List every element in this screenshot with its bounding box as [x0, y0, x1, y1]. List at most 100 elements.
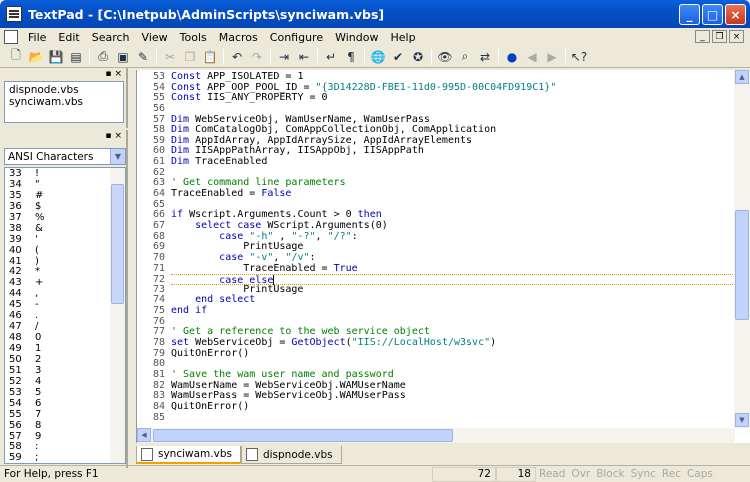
code-line[interactable]: 83 WamUserPass = WebServiceObj.WAMUserPas…: [153, 390, 735, 402]
code-line[interactable]: 79 QuitOnError(): [153, 348, 735, 360]
vertical-scroll-thumb[interactable]: [735, 210, 749, 320]
vertical-scrollbar[interactable]: ▲ ▼: [734, 70, 750, 428]
clip-scroll-thumb[interactable]: [111, 184, 124, 304]
clip-item[interactable]: 58:: [5, 441, 125, 452]
code-line[interactable]: 84 QuitOnError(): [153, 401, 735, 413]
undo-icon[interactable]: ↶: [227, 48, 247, 66]
code-line[interactable]: 75 end if: [153, 305, 735, 317]
redo-icon[interactable]: ↷: [247, 48, 267, 66]
context-help-icon[interactable]: ↖?: [569, 48, 589, 66]
clip-library-select[interactable]: ANSI Characters ▼: [4, 148, 126, 165]
document-icon[interactable]: [4, 30, 18, 44]
title-bar[interactable]: TextPad - [C:\Inetpub\AdminScripts\synci…: [0, 0, 750, 28]
clip-item[interactable]: 57 9: [5, 431, 125, 442]
tab-dispnode[interactable]: dispnode.vbs: [240, 446, 342, 464]
minimize-button[interactable]: _: [679, 4, 700, 25]
clip-item[interactable]: 50 2: [5, 354, 125, 365]
clip-item[interactable]: 47 /: [5, 321, 125, 332]
horizontal-scroll-thumb[interactable]: [153, 429, 453, 442]
find-next-icon[interactable]: ⌕: [455, 48, 475, 66]
code-line[interactable]: 55 Const IIS_ANY_PROPERTY = 0: [153, 92, 735, 104]
tab-synciwam[interactable]: synciwam.vbs: [136, 446, 241, 464]
copy-icon[interactable]: ❐: [180, 48, 200, 66]
clip-item[interactable]: 54 6: [5, 398, 125, 409]
save-all-icon[interactable]: ▤: [66, 48, 86, 66]
clip-item[interactable]: 45 -: [5, 299, 125, 310]
clip-item[interactable]: 53 5: [5, 387, 125, 398]
paste-icon[interactable]: 📋: [200, 48, 220, 66]
scroll-down-icon[interactable]: ▼: [735, 413, 749, 427]
clip-item[interactable]: 40 (: [5, 245, 125, 256]
find-icon[interactable]: 👁: [435, 48, 455, 66]
panel-close-icon[interactable]: ×: [114, 69, 122, 79]
menu-configure[interactable]: Configure: [264, 31, 329, 44]
new-file-icon[interactable]: 🗋: [6, 48, 26, 66]
clip-item[interactable]: 51 3: [5, 365, 125, 376]
pin-icon[interactable]: ▪: [105, 69, 111, 79]
doc-minimize-button[interactable]: _: [695, 30, 710, 43]
clip-item[interactable]: 46.: [5, 310, 125, 321]
bookmark-icon[interactable]: ●: [502, 48, 522, 66]
chevron-down-icon[interactable]: ▼: [110, 149, 125, 164]
code-line[interactable]: 64 TraceEnabled = False: [153, 188, 735, 200]
code-line[interactable]: 74 end select: [153, 295, 735, 306]
document-item[interactable]: synciwam.vbs: [9, 96, 119, 108]
scroll-left-icon[interactable]: ◀: [137, 428, 151, 442]
menu-help[interactable]: Help: [384, 31, 421, 44]
spelling-icon[interactable]: ✎: [133, 48, 153, 66]
code-line[interactable]: 61 Dim TraceEnabled: [153, 156, 735, 168]
code-area[interactable]: 53 Const APP_ISOLATED = 1 54 Const APP_OOP_…: [153, 71, 735, 424]
menu-search[interactable]: Search: [86, 31, 136, 44]
clip-item[interactable]: 37%: [5, 212, 125, 223]
word-wrap-icon[interactable]: ↵: [321, 48, 341, 66]
clip-item[interactable]: 59;: [5, 452, 125, 463]
doc-restore-button[interactable]: ❐: [712, 30, 727, 43]
menu-view[interactable]: View: [136, 31, 174, 44]
document-item[interactable]: dispnode.vbs: [9, 84, 119, 96]
cut-icon[interactable]: ✂: [160, 48, 180, 66]
clip-item[interactable]: 55 7: [5, 409, 125, 420]
paragraph-icon[interactable]: ¶: [341, 48, 361, 66]
clip-item[interactable]: 42 *: [5, 266, 125, 277]
outdent-icon[interactable]: ⇤: [294, 48, 314, 66]
save-icon[interactable]: 💾: [46, 48, 66, 66]
panel-close-icon[interactable]: ×: [114, 131, 122, 141]
clip-item[interactable]: 38 &: [5, 223, 125, 234]
menu-edit[interactable]: Edit: [52, 31, 85, 44]
open-file-icon[interactable]: 📂: [26, 48, 46, 66]
menu-tools[interactable]: Tools: [174, 31, 213, 44]
clip-item[interactable]: 41): [5, 256, 125, 267]
spell-check-icon[interactable]: ✔: [388, 48, 408, 66]
replace-icon[interactable]: ⇄: [475, 48, 495, 66]
clip-item[interactable]: 44,: [5, 288, 125, 299]
clip-item[interactable]: 35 #: [5, 190, 125, 201]
code-line[interactable]: 73 PrintUsage: [153, 284, 735, 296]
doc-close-button[interactable]: ×: [729, 30, 744, 43]
menu-window[interactable]: Window: [329, 31, 384, 44]
print-icon[interactable]: ⎙: [93, 48, 113, 66]
web-icon[interactable]: 🌐: [368, 48, 388, 66]
clip-item[interactable]: 56 8: [5, 420, 125, 431]
code-line[interactable]: 71 TraceEnabled = True: [153, 263, 735, 275]
clip-item[interactable]: 36 $: [5, 201, 125, 212]
maximize-button[interactable]: □: [702, 4, 723, 25]
close-button[interactable]: ×: [725, 4, 746, 25]
menu-macros[interactable]: Macros: [213, 31, 264, 44]
clip-item[interactable]: 49 1: [5, 343, 125, 354]
scroll-up-icon[interactable]: ▲: [735, 70, 749, 84]
clip-item[interactable]: 52 4: [5, 376, 125, 387]
clip-scrollbar[interactable]: [110, 168, 125, 463]
menu-file[interactable]: File: [22, 31, 52, 44]
prev-bookmark-icon[interactable]: ◀: [522, 48, 542, 66]
clip-item[interactable]: 39 ': [5, 234, 125, 245]
clip-item[interactable]: 43 +: [5, 277, 125, 288]
clip-item[interactable]: 33!: [5, 168, 125, 179]
indent-icon[interactable]: ⇥: [274, 48, 294, 66]
code-line[interactable]: 78 set WebServiceObj = GetObject("IIS://L…: [153, 337, 735, 349]
code-line[interactable]: 85: [153, 412, 735, 424]
editor[interactable]: 53 Const APP_ISOLATED = 1 54 Const APP_OOP_…: [136, 70, 750, 443]
horizontal-scrollbar[interactable]: ◀: [137, 428, 735, 443]
clip-item[interactable]: 34 ": [5, 179, 125, 190]
clip-item[interactable]: 48 0: [5, 332, 125, 343]
compare-icon[interactable]: ✪: [408, 48, 428, 66]
